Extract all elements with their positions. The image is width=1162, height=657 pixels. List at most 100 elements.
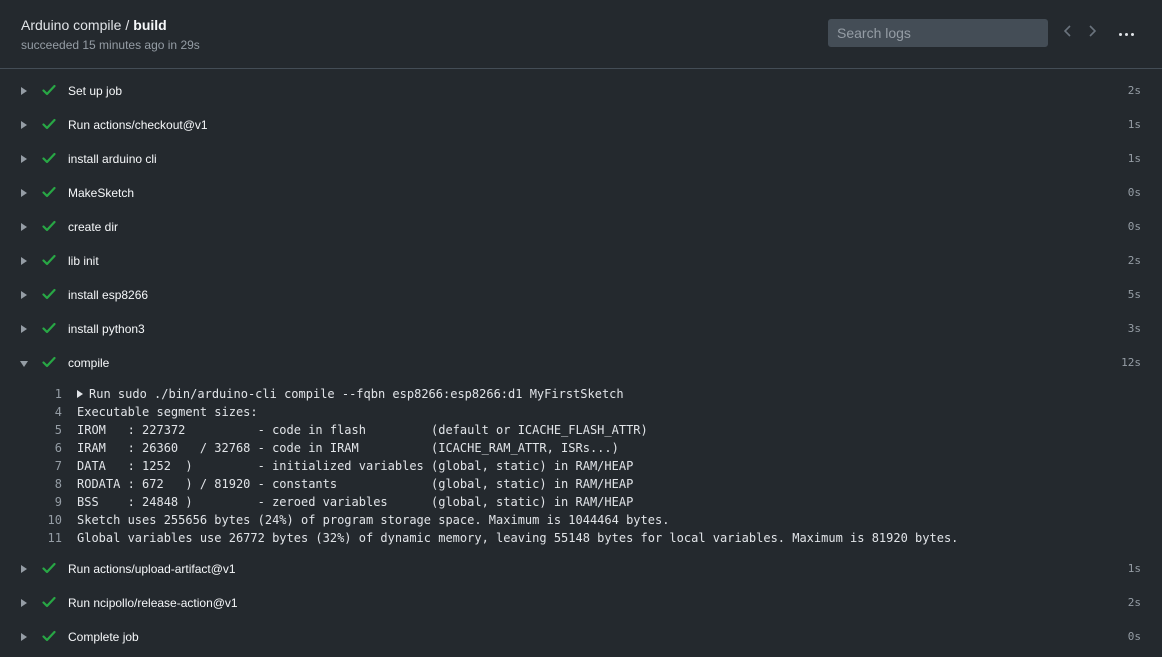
log-text-wrapper: IRAM : 26360 / 32768 - code in IRAM (ICA… <box>77 439 619 457</box>
check-icon <box>42 219 56 233</box>
log-text: IRAM : 26360 / 32768 - code in IRAM (ICA… <box>77 441 619 455</box>
line-number[interactable]: 1 <box>32 385 62 403</box>
step-duration: 1s <box>1127 152 1141 165</box>
triangle-right-icon[interactable] <box>21 121 27 129</box>
triangle-right-icon[interactable] <box>21 599 27 607</box>
step-duration: 1s <box>1127 118 1141 131</box>
workflow-name[interactable]: Arduino compile <box>21 17 121 33</box>
check-icon <box>42 287 56 301</box>
page-title: Arduino compile / build <box>21 17 167 33</box>
triangle-right-icon[interactable] <box>77 390 83 398</box>
line-number[interactable]: 5 <box>32 421 62 439</box>
log-line: 7 DATA : 1252 ) - initialized variables (… <box>0 457 1162 475</box>
line-number[interactable]: 10 <box>32 511 62 529</box>
triangle-right-icon[interactable] <box>21 291 27 299</box>
log-text: DATA : 1252 ) - initialized variables (g… <box>77 459 634 473</box>
job-name: build <box>133 17 167 33</box>
log-text: Sketch uses 255656 bytes (24%) of progra… <box>77 513 670 527</box>
step-name: install python3 <box>68 322 145 336</box>
log-text-wrapper: DATA : 1252 ) - initialized variables (g… <box>77 457 633 475</box>
step-row[interactable]: MakeSketch 0s <box>0 177 1162 211</box>
step-row[interactable]: Run actions/upload-artifact@v1 1s <box>0 553 1162 587</box>
check-icon <box>42 83 56 97</box>
step-row[interactable]: compile 12s <box>0 347 1162 381</box>
step-row[interactable]: install esp8266 5s <box>0 279 1162 313</box>
triangle-right-icon[interactable] <box>21 223 27 231</box>
step-name: MakeSketch <box>68 186 135 200</box>
triangle-right-icon[interactable] <box>21 565 27 573</box>
title-separator: / <box>125 17 130 33</box>
step-duration: 2s <box>1127 254 1141 267</box>
step-duration: 2s <box>1127 84 1141 97</box>
step-row[interactable]: Run actions/checkout@v1 1s <box>0 109 1162 143</box>
chevron-left-icon[interactable] <box>1058 22 1078 42</box>
step-name: Complete job <box>68 630 139 644</box>
log-text-wrapper: Run sudo ./bin/arduino-cli compile --fqb… <box>77 385 624 403</box>
step-duration: 2s <box>1127 596 1141 609</box>
step-name: compile <box>68 356 110 370</box>
log-text-wrapper: Sketch uses 255656 bytes (24%) of progra… <box>77 511 669 529</box>
check-icon <box>42 595 56 609</box>
log-line[interactable]: 1 Run sudo ./bin/arduino-cli compile --fq… <box>0 385 1162 403</box>
job-status: succeeded 15 minutes ago in 29s <box>21 38 200 52</box>
triangle-right-icon[interactable] <box>21 257 27 265</box>
log-line: 9 BSS : 24848 ) - zeroed variables (globa… <box>0 493 1162 511</box>
line-number[interactable]: 6 <box>32 439 62 457</box>
triangle-right-icon[interactable] <box>21 87 27 95</box>
step-duration: 1s <box>1127 562 1141 575</box>
search-logs-input[interactable] <box>828 19 1048 47</box>
log-text-wrapper: Global variables use 26772 bytes (32%) o… <box>77 529 958 547</box>
log-text-wrapper: RODATA : 672 ) / 81920 - constants (glob… <box>77 475 633 493</box>
log-line: 8 RODATA : 672 ) / 81920 - constants (glo… <box>0 475 1162 493</box>
line-number[interactable]: 8 <box>32 475 62 493</box>
log-line: 5 IROM : 227372 - code in flash (default … <box>0 421 1162 439</box>
log-text-wrapper: IROM : 227372 - code in flash (default o… <box>77 421 648 439</box>
log-line: 11 Global variables use 26772 bytes (32%)… <box>0 529 1162 547</box>
check-icon <box>42 561 56 575</box>
triangle-right-icon[interactable] <box>21 633 27 641</box>
check-icon <box>42 151 56 165</box>
triangle-down-icon[interactable] <box>20 361 28 367</box>
log-line: 10 Sketch uses 255656 bytes (24%) of prog… <box>0 511 1162 529</box>
chevron-right-icon[interactable] <box>1082 22 1102 42</box>
step-duration: 3s <box>1127 322 1141 335</box>
step-row[interactable]: Set up job 2s <box>0 75 1162 109</box>
step-name: Run ncipollo/release-action@v1 <box>68 596 238 610</box>
check-icon <box>42 355 56 369</box>
step-name: lib init <box>68 254 99 268</box>
step-name: Set up job <box>68 84 123 98</box>
log-text: Executable segment sizes: <box>77 405 258 419</box>
line-number[interactable]: 11 <box>32 529 62 547</box>
step-name: Run actions/checkout@v1 <box>68 118 208 132</box>
log-output: 1 Run sudo ./bin/arduino-cli compile --fq… <box>0 381 1162 553</box>
step-row[interactable]: Run ncipollo/release-action@v1 2s <box>0 587 1162 621</box>
step-duration: 0s <box>1127 630 1141 643</box>
log-text-wrapper: Executable segment sizes: <box>77 403 258 421</box>
log-text: RODATA : 672 ) / 81920 - constants (glob… <box>77 477 634 491</box>
step-name: install esp8266 <box>68 288 149 302</box>
step-name: install arduino cli <box>68 152 157 166</box>
log-text: BSS : 24848 ) - zeroed variables (global… <box>77 495 634 509</box>
triangle-right-icon[interactable] <box>21 155 27 163</box>
line-number[interactable]: 9 <box>32 493 62 511</box>
step-row[interactable]: lib init 2s <box>0 245 1162 279</box>
steps-list: Set up job 2s Run actions/checkout@v1 1s ins… <box>0 75 1162 655</box>
log-line: 6 IRAM : 26360 / 32768 - code in IRAM (IC… <box>0 439 1162 457</box>
job-header: Arduino compile / build succeeded 15 minut… <box>0 0 1162 69</box>
log-text-wrapper: BSS : 24848 ) - zeroed variables (global… <box>77 493 633 511</box>
log-text: IROM : 227372 - code in flash (default o… <box>77 423 648 437</box>
check-icon <box>42 185 56 199</box>
step-name: create dir <box>68 220 119 234</box>
step-row[interactable]: install arduino cli 1s <box>0 143 1162 177</box>
triangle-right-icon[interactable] <box>21 325 27 333</box>
step-row[interactable]: create dir 0s <box>0 211 1162 245</box>
step-name: Run actions/upload-artifact@v1 <box>68 562 236 576</box>
triangle-right-icon[interactable] <box>21 189 27 197</box>
log-text: Run sudo ./bin/arduino-cli compile --fqb… <box>89 387 624 401</box>
kebab-horizontal-icon[interactable] <box>1114 24 1138 44</box>
step-row[interactable]: Complete job 0s <box>0 621 1162 655</box>
step-row[interactable]: install python3 3s <box>0 313 1162 347</box>
line-number[interactable]: 4 <box>32 403 62 421</box>
line-number[interactable]: 7 <box>32 457 62 475</box>
check-icon <box>42 253 56 267</box>
